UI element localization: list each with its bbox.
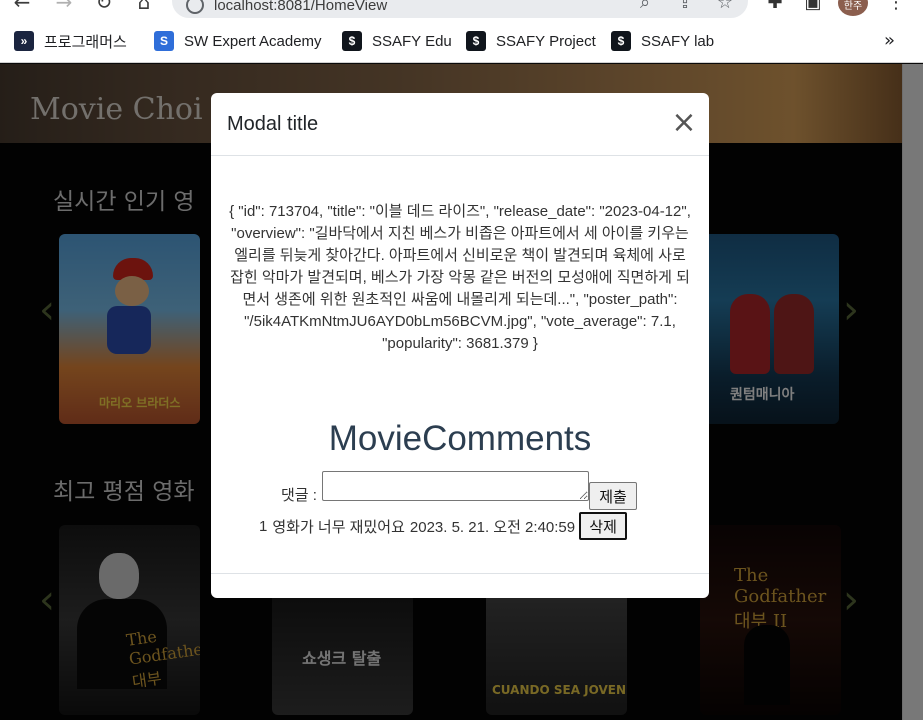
movie-detail-modal: Modal title × { "id": 713704, "title": "… bbox=[211, 93, 709, 598]
kebab-menu-icon[interactable]: ⋮ bbox=[886, 0, 906, 16]
close-icon[interactable]: × bbox=[669, 108, 699, 139]
modal-header: Modal title × bbox=[211, 93, 709, 156]
bookmark-swea[interactable]: S SW Expert Academy bbox=[154, 29, 322, 53]
bookmark-label: 프로그래머스 bbox=[44, 33, 127, 51]
bookmarks-bar: » 프로그래머스 S SW Expert Academy $ SSAFY Edu… bbox=[0, 20, 923, 63]
modal-title: Modal title bbox=[227, 113, 319, 135]
ssafy-icon: $ bbox=[611, 31, 631, 51]
bookmark-star-icon[interactable]: ☆ bbox=[714, 0, 736, 14]
comment-timestamp: 2023. 5. 21. 오전 2:40:59 bbox=[409, 518, 576, 536]
search-icon[interactable]: ⌕ bbox=[634, 0, 656, 14]
swea-icon: S bbox=[154, 31, 174, 51]
comment-label: 댓글 : bbox=[281, 487, 317, 504]
share-icon[interactable]: ⇪ bbox=[674, 0, 696, 14]
address-url[interactable]: localhost:8081/HomeView bbox=[214, 0, 387, 14]
reload-icon[interactable]: ↻ bbox=[92, 0, 116, 14]
profile-avatar[interactable]: 한주 bbox=[838, 0, 868, 16]
bookmark-programmers[interactable]: » 프로그래머스 bbox=[14, 29, 127, 53]
back-arrow-icon[interactable]: ← bbox=[10, 0, 34, 14]
comment-text: 영화가 너무 재밌어요 bbox=[272, 518, 405, 536]
site-info-icon[interactable] bbox=[186, 0, 204, 14]
comment-id: 1 bbox=[259, 517, 268, 535]
bookmark-label: SSAFY Edu bbox=[372, 32, 452, 50]
ssafy-icon: $ bbox=[466, 31, 486, 51]
submit-comment-button[interactable]: 제출 bbox=[589, 482, 637, 510]
comments-heading: MovieComments bbox=[328, 419, 592, 458]
bookmark-label: SSAFY lab bbox=[641, 32, 715, 50]
side-panel-icon[interactable]: ▣ bbox=[802, 0, 824, 14]
browser-toolbar: ← → ↻ ⌂ localhost:8081/HomeView ⌕ ⇪ ☆ ✚ … bbox=[0, 0, 923, 20]
bookmarks-overflow-icon[interactable]: » bbox=[884, 29, 895, 53]
home-icon[interactable]: ⌂ bbox=[132, 0, 156, 14]
bookmark-label: SSAFY Project bbox=[496, 32, 596, 50]
movie-detail-json: { "id": 713704, "title": "이블 데드 라이즈", "r… bbox=[229, 203, 691, 352]
bookmark-ssafy-project[interactable]: $ SSAFY Project bbox=[466, 29, 596, 53]
bookmark-ssafy-edu[interactable]: $ SSAFY Edu bbox=[342, 29, 452, 53]
bookmark-label: SW Expert Academy bbox=[184, 32, 322, 50]
delete-comment-button[interactable]: 삭제 bbox=[579, 512, 628, 540]
bookmark-ssafy-lab[interactable]: $ SSAFY lab bbox=[611, 29, 714, 53]
modal-footer bbox=[211, 573, 709, 598]
forward-arrow-icon[interactable]: → bbox=[52, 0, 76, 14]
comment-item: 1 영화가 너무 재밌어요 2023. 5. 21. 오전 2:40:59 삭제 bbox=[259, 512, 628, 540]
programmers-icon: » bbox=[14, 31, 34, 51]
extensions-puzzle-icon[interactable]: ✚ bbox=[764, 0, 786, 14]
ssafy-icon: $ bbox=[342, 31, 362, 51]
address-bar[interactable]: localhost:8081/HomeView bbox=[172, 0, 748, 18]
comment-textarea[interactable] bbox=[322, 471, 589, 501]
